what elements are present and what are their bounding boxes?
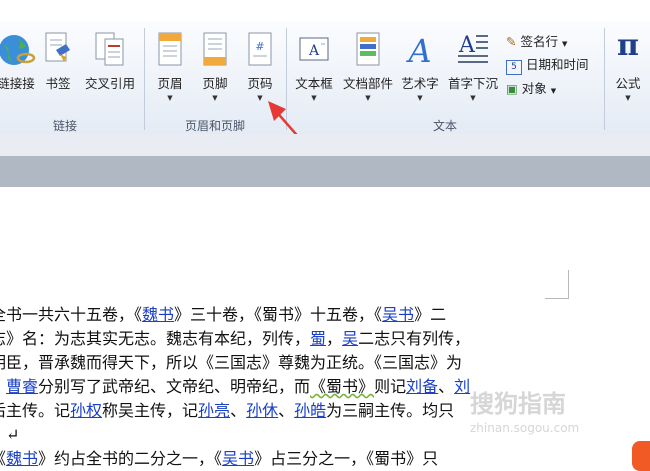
textbox-label: 文本框	[295, 76, 333, 91]
doc-line-1: 全书一共六十五卷，《魏书》三十卷，《蜀书》十五卷，《吴书》二	[0, 305, 447, 324]
chevron-down-icon: ▼	[625, 94, 631, 102]
wordart-icon: A	[405, 32, 431, 70]
watermark: 搜狗指南 zhinan.sogou.com	[470, 384, 579, 435]
links-group-label: 链接	[52, 119, 77, 133]
dropcap-label: 首字下沉	[447, 76, 498, 91]
hyperlink-label: 链接接	[0, 76, 35, 91]
margin-corner-mark	[568, 270, 569, 298]
chevron-down-icon: ▼	[550, 87, 557, 95]
cross-reference-label: 交叉引用	[84, 76, 135, 91]
svg-text:#: #	[255, 40, 264, 53]
wordart-label: 艺术字	[401, 76, 439, 91]
doc-line-2: 志》名：为志其实无志。魏志有本纪，列传，蜀，吴二志只有列传，	[0, 329, 471, 348]
bookmark-label: 书签	[45, 76, 71, 91]
chevron-down-icon: ▼	[561, 40, 568, 48]
signature-line-label: 签名行	[520, 34, 558, 49]
document-page[interactable]: 全书一共六十五卷，《魏书》三十卷，《蜀书》十五卷，《吴书》二 志》名：为志其实无…	[0, 187, 650, 471]
document-gutter	[0, 156, 650, 187]
object-icon: ▣	[506, 81, 518, 96]
header-footer-group-label: 页眉和页脚	[184, 119, 245, 133]
quick-parts-icon	[356, 32, 380, 66]
text-group-label: 文本	[432, 119, 457, 133]
margin-corner-mark	[545, 298, 569, 299]
doc-line-6: 。↵	[0, 425, 20, 444]
date-time-label: 日期和时间	[525, 57, 589, 72]
header-icon	[158, 32, 182, 66]
textbox-icon: A	[299, 37, 329, 61]
cross-reference-icon	[95, 32, 124, 66]
doc-line-3: 明臣，晋承魏而得天下，所以《三国志》尊魏为正统。《三国志》为	[0, 353, 463, 372]
signature-line-button[interactable]: ✎ 签名行 ▼	[506, 31, 567, 50]
calendar-icon: 5	[506, 60, 522, 75]
doc-line-4: 、曹睿分别写了武帝纪、文帝纪、明帝纪，而《蜀书》则记刘备、刘	[0, 377, 471, 396]
object-label: 对象	[521, 81, 547, 96]
svg-text:A: A	[405, 32, 431, 70]
page-number-label: 页码	[247, 76, 273, 91]
doc-line-7: 《魏书》约占全书的二分之一，《吴书》占三分之一，《蜀书》只	[0, 449, 439, 468]
footer-label: 页脚	[202, 76, 228, 91]
ribbon-tab-strip	[0, 0, 650, 22]
globe-link-icon	[0, 35, 36, 65]
chevron-down-icon: ▼	[167, 94, 173, 102]
page-number-icon: #	[248, 32, 272, 66]
bookmark-icon	[45, 32, 70, 62]
chevron-down-icon: ▼	[417, 94, 423, 102]
date-time-button[interactable]: 5 日期和时间	[506, 54, 589, 75]
chevron-down-icon: ▼	[365, 94, 371, 102]
equation-label: 公式	[615, 76, 641, 91]
doc-line-5: 后主传。记孙权称吴主传，记孙亮、孙休、孙皓为三嗣主传。均只	[0, 401, 455, 420]
watermark-url: zhinan.sogou.com	[470, 421, 580, 435]
pi-icon: π	[617, 28, 639, 63]
header-label: 页眉	[157, 76, 183, 91]
quick-parts-label: 文档部件	[342, 76, 393, 91]
svg-text:A: A	[308, 43, 320, 59]
group-separator	[604, 28, 605, 130]
object-button[interactable]: ▣ 对象 ▼	[506, 78, 556, 97]
chevron-down-icon: ▼	[470, 94, 476, 102]
footer-icon	[203, 32, 227, 66]
ruler-strip	[0, 134, 650, 156]
svg-text:A: A	[458, 33, 476, 58]
chevron-down-icon: ▼	[212, 94, 218, 102]
group-separator	[144, 28, 145, 130]
watermark-title: 搜狗指南	[470, 390, 566, 418]
signature-icon: ✎	[506, 34, 517, 49]
dropcap-icon: A	[458, 33, 488, 63]
